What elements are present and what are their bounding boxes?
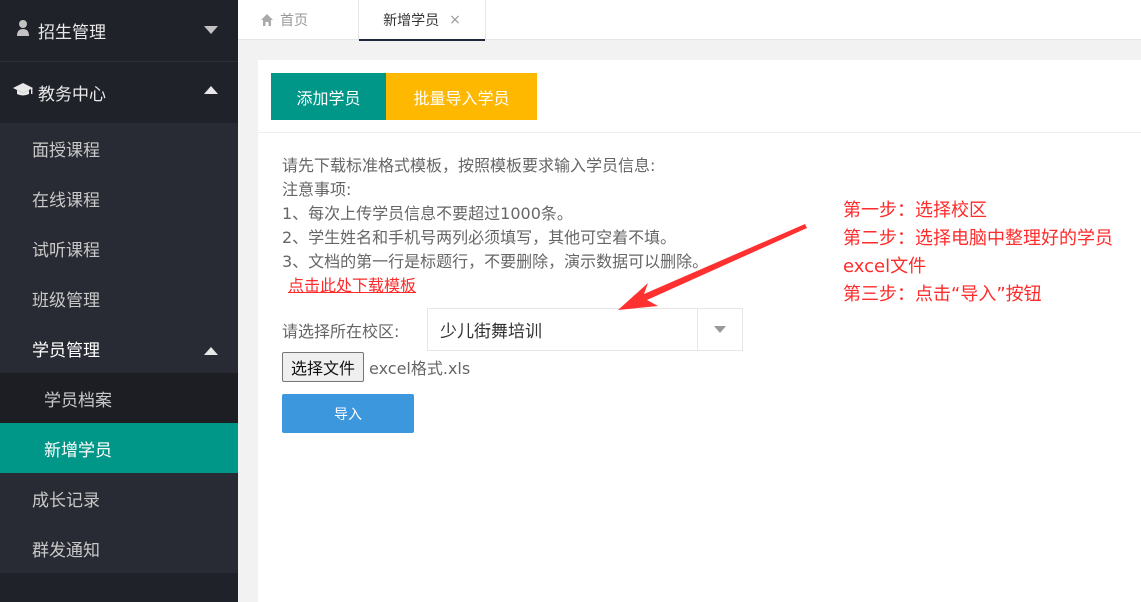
annotation-step: 第一步：选择校区 — [843, 200, 987, 221]
download-template-link[interactable]: 点击此处下载模板 — [288, 276, 416, 295]
sidebar-item-label: 群发通知 — [32, 540, 100, 561]
sidebar-item-student-records[interactable]: 学员档案 — [0, 373, 238, 423]
import-button[interactable]: 导入 — [282, 394, 414, 433]
instruction-line: 1、每次上传学员信息不要超过1000条。 — [282, 204, 573, 223]
home-icon — [261, 14, 273, 26]
close-icon[interactable]: × — [449, 12, 461, 28]
instructions-intro: 请先下载标准格式模板，按照模板要求输入学员信息: — [282, 156, 656, 175]
campus-select[interactable]: 少儿街舞培训 — [427, 308, 743, 351]
sidebar-submenu: 面授课程 在线课程 试听课程 班级管理 学员管理 学员档案 新增学员 成长记录 … — [0, 123, 238, 573]
sidebar-item-growth-records[interactable]: 成长记录 — [0, 473, 238, 523]
sidebar-item-label: 在线课程 — [32, 190, 100, 211]
toolbar: 添加学员 批量导入学员 — [258, 60, 1141, 133]
user-icon — [12, 19, 34, 42]
file-name: excel格式.xls — [369, 359, 471, 378]
sidebar-item-label: 新增学员 — [44, 440, 112, 461]
sidebar-item-online-courses[interactable]: 在线课程 — [0, 173, 238, 223]
sidebar-group-label: 招生管理 — [38, 23, 106, 43]
instructions-title: 注意事项: — [282, 180, 352, 199]
sidebar-submenu-students: 学员档案 新增学员 — [0, 373, 238, 473]
sidebar-group-enrollment[interactable]: 招生管理 — [0, 0, 238, 61]
choose-file-button[interactable]: 选择文件 — [282, 352, 365, 382]
tab-add-student[interactable]: 新增学员 × — [358, 0, 486, 41]
campus-label: 请选择所在校区: — [282, 321, 400, 341]
instruction-line: 3、文档的第一行是标题行，不要删除，演示数据可以删除。 — [282, 252, 709, 271]
sidebar-item-label: 成长记录 — [32, 490, 100, 511]
batch-import-button[interactable]: 批量导入学员 — [386, 73, 537, 120]
sidebar-item-label: 班级管理 — [32, 290, 100, 311]
sidebar-group-label: 教务中心 — [38, 85, 106, 105]
sidebar: 招生管理 教务中心 面授课程 在线课程 试听课程 班级管理 学员管理 学员档案 … — [0, 0, 238, 602]
campus-select-value: 少儿街舞培训 — [440, 322, 542, 342]
campus-row: 请选择所在校区: 少儿街舞培训 — [282, 308, 743, 351]
tab-label: 首页 — [280, 13, 308, 29]
tab-label: 新增学员 — [383, 13, 440, 29]
sidebar-item-student-management[interactable]: 学员管理 — [0, 323, 238, 373]
graduation-cap-icon — [12, 82, 34, 103]
select-toggle[interactable] — [697, 309, 742, 350]
sidebar-item-label: 面授课程 — [32, 140, 100, 161]
tab-bar: 首页 新增学员 × — [238, 0, 1141, 41]
add-student-button[interactable]: 添加学员 — [271, 73, 386, 120]
main-panel: 添加学员 批量导入学员 请先下载标准格式模板，按照模板要求输入学员信息: 注意事… — [258, 60, 1141, 602]
sidebar-item-class-management[interactable]: 班级管理 — [0, 273, 238, 323]
chevron-up-icon — [204, 86, 218, 94]
sidebar-item-trial-courses[interactable]: 试听课程 — [0, 223, 238, 273]
sidebar-item-face-courses[interactable]: 面授课程 — [0, 123, 238, 173]
sidebar-item-add-student[interactable]: 新增学员 — [0, 423, 238, 473]
sidebar-item-label: 试听课程 — [32, 240, 100, 261]
file-row: 选择文件 excel格式.xls — [282, 352, 470, 382]
chevron-down-icon — [204, 26, 218, 34]
sidebar-item-mass-notice[interactable]: 群发通知 — [0, 523, 238, 573]
instructions: 请先下载标准格式模板，按照模板要求输入学员信息: 注意事项: 1、每次上传学员信… — [282, 154, 708, 298]
caret-down-icon — [714, 326, 726, 333]
sidebar-item-label: 学员管理 — [32, 340, 100, 361]
annotation-steps: 第一步：选择校区 第二步：选择电脑中整理好的学员excel文件 第三步：点击“导… — [843, 197, 1133, 309]
sidebar-item-label: 学员档案 — [44, 390, 112, 411]
sidebar-group-academic[interactable]: 教务中心 — [0, 62, 238, 123]
chevron-up-icon — [204, 347, 218, 355]
annotation-step: 第二步：选择电脑中整理好的学员excel文件 — [843, 228, 1113, 277]
instruction-line: 2、学生姓名和手机号两列必须填写，其他可空着不填。 — [282, 228, 677, 247]
annotation-step: 第三步：点击“导入”按钮 — [843, 284, 1042, 305]
tab-home[interactable]: 首页 — [260, 0, 308, 40]
